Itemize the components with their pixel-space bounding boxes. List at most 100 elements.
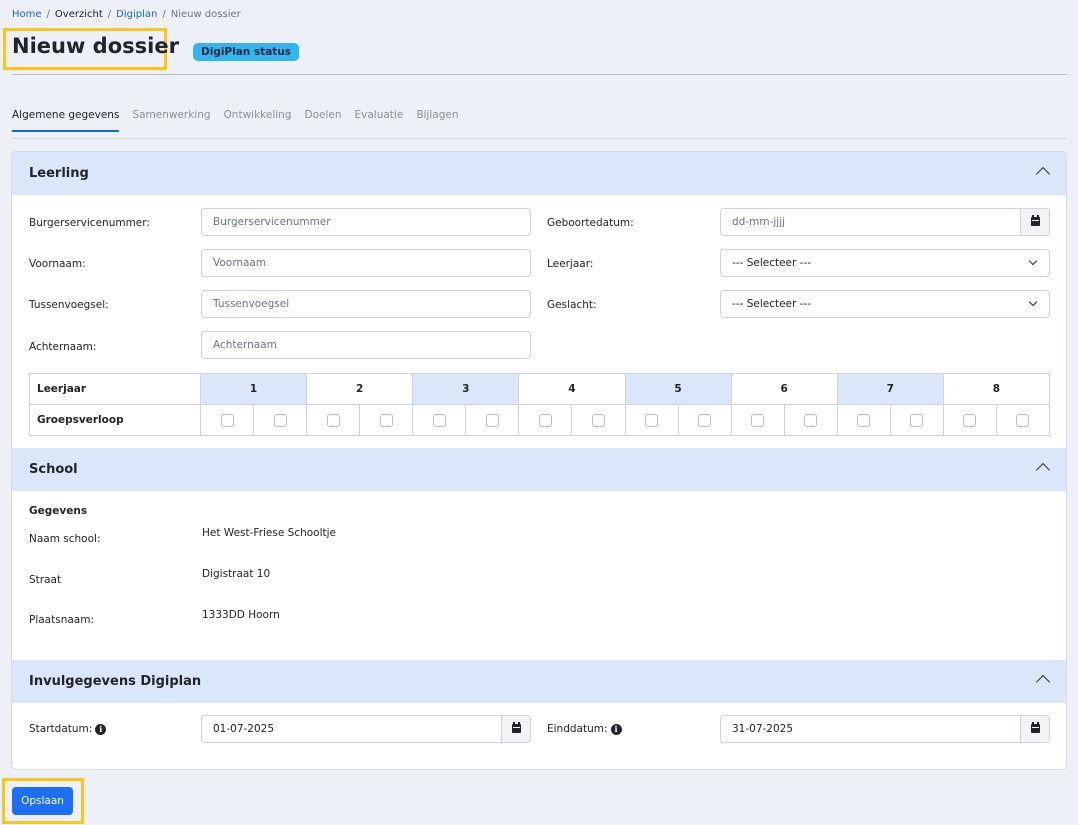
chevron-down-icon	[1028, 297, 1038, 307]
checkbox-cell	[359, 404, 414, 436]
calendar-button[interactable]	[1020, 209, 1049, 235]
section-header-school[interactable]: School	[12, 448, 1066, 491]
calendar-button[interactable]	[501, 716, 530, 742]
einddatum-label-group: Einddatum: i	[547, 723, 622, 735]
checkbox-cell	[783, 404, 838, 436]
groepsverloop-checkbox[interactable]	[273, 413, 287, 427]
geboortedatum-label: Geboortedatum:	[547, 217, 634, 229]
startdatum-label-group: Startdatum: i	[29, 723, 107, 735]
breadcrumb-separator: /	[162, 9, 166, 20]
groepsverloop-table: Leerjaar 1 2 3 4 5 6 7 8 Groepsverloop	[29, 373, 1051, 436]
voornaam-label: Voornaam:	[29, 258, 86, 270]
table-row: Leerjaar 1 2 3 4 5 6 7 8	[29, 373, 1051, 405]
checkbox-cell	[253, 404, 308, 436]
checkbox-cell	[571, 404, 626, 436]
section-header-leerling[interactable]: Leerling	[12, 152, 1066, 195]
straat-value: Digistraat 10	[202, 568, 271, 580]
checkbox-cell	[624, 404, 679, 436]
calendar-button[interactable]	[1020, 716, 1049, 742]
einddatum-input[interactable]: 31-07-2025	[720, 715, 1050, 743]
section-header-invulgegevens[interactable]: Invulgegevens Digiplan	[12, 660, 1066, 703]
chevron-up-icon[interactable]	[1035, 462, 1051, 478]
voornaam-input[interactable]: Voornaam	[201, 249, 531, 277]
table-row: Groepsverloop	[29, 404, 1051, 436]
groepsverloop-checkbox[interactable]	[910, 413, 924, 427]
breadcrumb-home[interactable]: Home	[12, 9, 42, 20]
year-header-6: 6	[730, 373, 838, 405]
tab-ontwikkeling[interactable]: Ontwikkeling	[224, 109, 292, 132]
year-header-5: 5	[624, 373, 732, 405]
groepsverloop-checkbox[interactable]	[379, 413, 393, 427]
year-header-4: 4	[518, 373, 626, 405]
tab-evaluatie[interactable]: Evaluatie	[355, 109, 404, 132]
groepsverloop-checkbox[interactable]	[698, 413, 712, 427]
chevron-up-icon[interactable]	[1035, 166, 1051, 182]
breadcrumb-overview[interactable]: Overzicht	[55, 9, 103, 20]
calendar-icon	[1031, 215, 1040, 226]
groepsverloop-checkbox[interactable]	[804, 413, 818, 427]
achternaam-placeholder: Achternaam	[213, 339, 277, 351]
leerjaar-selected-value: --- Selecteer ---	[732, 257, 812, 269]
groepsverloop-checkbox[interactable]	[432, 413, 446, 427]
geslacht-label: Geslacht:	[547, 299, 597, 311]
tab-bijlagen[interactable]: Bijlagen	[416, 109, 458, 132]
groepsverloop-checkbox[interactable]	[591, 413, 605, 427]
bsn-label: Burgerservicenummer:	[29, 217, 150, 229]
einddatum-label: Einddatum:	[547, 723, 608, 735]
startdatum-input[interactable]: 01-07-2025	[201, 715, 531, 743]
tab-samenwerking[interactable]: Samenwerking	[132, 109, 210, 132]
groepsverloop-checkbox[interactable]	[645, 413, 659, 427]
checkbox-cell	[730, 404, 785, 436]
checkbox-cell	[412, 404, 467, 436]
groepsverloop-checkbox[interactable]	[485, 413, 499, 427]
save-button[interactable]: Opslaan	[12, 787, 73, 815]
tussenvoegsel-placeholder: Tussenvoegsel	[213, 298, 290, 310]
tussenvoegsel-input[interactable]: Tussenvoegsel	[201, 290, 531, 318]
tab-bar: Algemene gegevens Samenwerking Ontwikkel…	[12, 109, 471, 132]
section-title-invulgegevens: Invulgegevens Digiplan	[29, 674, 202, 689]
voornaam-placeholder: Voornaam	[213, 257, 267, 269]
naam-school-value: Het West-Friese Schooltje	[202, 527, 337, 539]
breadcrumb-current: Nieuw dossier	[170, 9, 241, 20]
tussenvoegsel-label: Tussenvoegsel:	[29, 299, 109, 311]
einddatum-value: 31-07-2025	[732, 723, 794, 735]
chevron-down-icon	[1028, 256, 1038, 266]
groepsverloop-checkbox[interactable]	[751, 413, 765, 427]
leerjaar-select[interactable]: --- Selecteer ---	[720, 249, 1050, 277]
year-header-8: 8	[942, 373, 1051, 405]
checkbox-cell	[677, 404, 732, 436]
title-divider	[12, 74, 1067, 75]
year-header-1: 1	[199, 373, 308, 405]
groepsverloop-checkbox[interactable]	[963, 413, 977, 427]
info-icon[interactable]: i	[610, 724, 622, 735]
checkbox-cell	[465, 404, 520, 436]
breadcrumb-separator: /	[107, 9, 112, 20]
geboortedatum-placeholder: dd-mm-jjjj	[732, 216, 786, 228]
form-card: Leerling Burgerservicenummer: Burgerserv…	[11, 151, 1067, 770]
geslacht-selected-value: --- Selecteer ---	[732, 298, 812, 310]
tab-algemene-gegevens[interactable]: Algemene gegevens	[12, 109, 120, 132]
bsn-input[interactable]: Burgerservicenummer	[201, 208, 531, 236]
tabs-divider	[12, 138, 1067, 139]
info-icon[interactable]: i	[95, 724, 107, 735]
groepsverloop-checkbox[interactable]	[538, 413, 552, 427]
checkbox-cell	[942, 404, 997, 436]
breadcrumb-digiplan[interactable]: Digiplan	[116, 9, 157, 20]
leerjaar-row-label: Leerjaar	[29, 373, 201, 405]
chevron-up-icon[interactable]	[1035, 674, 1051, 690]
groepsverloop-checkbox[interactable]	[220, 413, 234, 427]
startdatum-label: Startdatum:	[29, 723, 93, 735]
tab-doelen[interactable]: Doelen	[305, 109, 342, 132]
breadcrumb-separator: /	[46, 9, 50, 20]
status-badge[interactable]: DigiPlan status	[193, 43, 300, 61]
page-title: Nieuw dossier	[12, 34, 179, 58]
geboortedatum-input[interactable]: dd-mm-jjjj	[720, 208, 1050, 236]
groepsverloop-checkbox[interactable]	[857, 413, 871, 427]
achternaam-input[interactable]: Achternaam	[201, 331, 531, 359]
calendar-icon	[1031, 722, 1040, 733]
year-header-2: 2	[306, 373, 414, 405]
groepsverloop-checkbox[interactable]	[1016, 413, 1030, 427]
checkbox-cell	[995, 404, 1051, 436]
geslacht-select[interactable]: --- Selecteer ---	[720, 290, 1050, 318]
groepsverloop-checkbox[interactable]	[326, 413, 340, 427]
